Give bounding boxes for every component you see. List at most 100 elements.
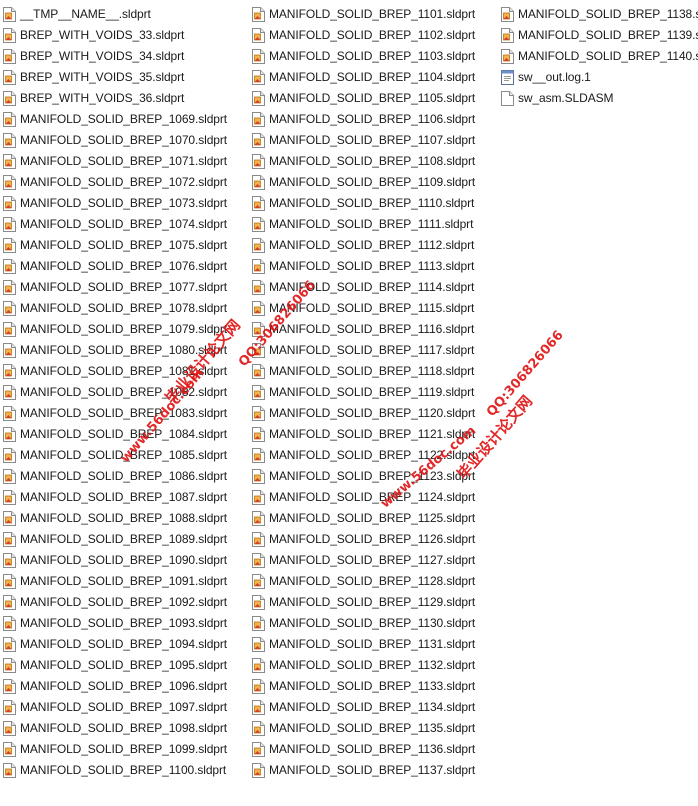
file-item[interactable]: MANIFOLD_SOLID_BREP_1101.sldprt (249, 4, 498, 25)
file-item[interactable]: MANIFOLD_SOLID_BREP_1105.sldprt (249, 88, 498, 109)
sldprt-file-icon (3, 658, 16, 673)
file-item[interactable]: MANIFOLD_SOLID_BREP_1092.sldprt (0, 592, 248, 613)
sldprt-file-icon (3, 70, 16, 85)
file-item[interactable]: MANIFOLD_SOLID_BREP_1129.sldprt (249, 592, 498, 613)
file-item[interactable]: MANIFOLD_SOLID_BREP_1108.sldprt (249, 151, 498, 172)
file-item[interactable]: MANIFOLD_SOLID_BREP_1104.sldprt (249, 67, 498, 88)
file-item[interactable]: MANIFOLD_SOLID_BREP_1113.sldprt (249, 256, 498, 277)
file-item[interactable]: MANIFOLD_SOLID_BREP_1072.sldprt (0, 172, 248, 193)
file-item[interactable]: MANIFOLD_SOLID_BREP_1078.sldprt (0, 298, 248, 319)
file-item[interactable]: MANIFOLD_SOLID_BREP_1099.sldprt (0, 739, 248, 760)
file-item[interactable]: MANIFOLD_SOLID_BREP_1093.sldprt (0, 613, 248, 634)
file-name: MANIFOLD_SOLID_BREP_1072.sldprt (20, 175, 227, 189)
file-item[interactable]: sw_asm.SLDASM (498, 88, 698, 109)
file-item[interactable]: MANIFOLD_SOLID_BREP_1087.sldprt (0, 487, 248, 508)
file-item[interactable]: MANIFOLD_SOLID_BREP_1117.sldprt (249, 340, 498, 361)
file-item[interactable]: MANIFOLD_SOLID_BREP_1126.sldprt (249, 529, 498, 550)
file-item[interactable]: MANIFOLD_SOLID_BREP_1094.sldprt (0, 634, 248, 655)
file-item[interactable]: MANIFOLD_SOLID_BREP_1073.sldprt (0, 193, 248, 214)
file-name: MANIFOLD_SOLID_BREP_1105.sldprt (269, 91, 476, 105)
sldprt-file-icon (252, 490, 265, 505)
file-item[interactable]: MANIFOLD_SOLID_BREP_1086.sldprt (0, 466, 248, 487)
file-item[interactable]: MANIFOLD_SOLID_BREP_1120.sldprt (249, 403, 498, 424)
file-item[interactable]: MANIFOLD_SOLID_BREP_1136.sldprt (249, 739, 498, 760)
file-item[interactable]: MANIFOLD_SOLID_BREP_1081.sldprt (0, 361, 248, 382)
file-item[interactable]: MANIFOLD_SOLID_BREP_1127.sldprt (249, 550, 498, 571)
file-item[interactable]: MANIFOLD_SOLID_BREP_1133.sldprt (249, 676, 498, 697)
sldprt-file-icon (3, 175, 16, 190)
file-item[interactable]: __TMP__NAME__.sldprt (0, 4, 248, 25)
file-item[interactable]: MANIFOLD_SOLID_BREP_1102.sldprt (249, 25, 498, 46)
file-item[interactable]: MANIFOLD_SOLID_BREP_1116.sldprt (249, 319, 498, 340)
file-item[interactable]: MANIFOLD_SOLID_BREP_1098.sldprt (0, 718, 248, 739)
file-item[interactable]: MANIFOLD_SOLID_BREP_1111.sldprt (249, 214, 498, 235)
file-item[interactable]: BREP_WITH_VOIDS_36.sldprt (0, 88, 248, 109)
file-item[interactable]: MANIFOLD_SOLID_BREP_1089.sldprt (0, 529, 248, 550)
file-item[interactable]: MANIFOLD_SOLID_BREP_1109.sldprt (249, 172, 498, 193)
file-item[interactable]: MANIFOLD_SOLID_BREP_1125.sldprt (249, 508, 498, 529)
file-item[interactable]: MANIFOLD_SOLID_BREP_1112.sldprt (249, 235, 498, 256)
file-item[interactable]: MANIFOLD_SOLID_BREP_1128.sldprt (249, 571, 498, 592)
file-item[interactable]: MANIFOLD_SOLID_BREP_1090.sldprt (0, 550, 248, 571)
file-item[interactable]: MANIFOLD_SOLID_BREP_1100.sldprt (0, 760, 248, 781)
file-item[interactable]: MANIFOLD_SOLID_BREP_1119.sldprt (249, 382, 498, 403)
file-item[interactable]: MANIFOLD_SOLID_BREP_1114.sldprt (249, 277, 498, 298)
sldprt-file-icon (3, 637, 16, 652)
file-item[interactable]: MANIFOLD_SOLID_BREP_1122.sldprt (249, 445, 498, 466)
file-item[interactable]: MANIFOLD_SOLID_BREP_1137.sldprt (249, 760, 498, 781)
file-name: MANIFOLD_SOLID_BREP_1080.sldprt (20, 343, 227, 357)
file-item[interactable]: MANIFOLD_SOLID_BREP_1074.sldprt (0, 214, 248, 235)
file-item[interactable]: MANIFOLD_SOLID_BREP_1124.sldprt (249, 487, 498, 508)
file-item[interactable]: MANIFOLD_SOLID_BREP_1085.sldprt (0, 445, 248, 466)
file-item[interactable]: MANIFOLD_SOLID_BREP_1075.sldprt (0, 235, 248, 256)
file-item[interactable]: BREP_WITH_VOIDS_35.sldprt (0, 67, 248, 88)
file-name: MANIFOLD_SOLID_BREP_1129.sldprt (269, 595, 476, 609)
sldprt-file-icon (252, 238, 265, 253)
file-item[interactable]: BREP_WITH_VOIDS_33.sldprt (0, 25, 248, 46)
file-name: MANIFOLD_SOLID_BREP_1111.sldprt (269, 217, 474, 231)
file-item[interactable]: MANIFOLD_SOLID_BREP_1118.sldprt (249, 361, 498, 382)
file-item[interactable]: MANIFOLD_SOLID_BREP_1079.sldprt (0, 319, 248, 340)
file-item[interactable]: MANIFOLD_SOLID_BREP_1110.sldprt (249, 193, 498, 214)
file-item[interactable]: MANIFOLD_SOLID_BREP_1130.sldprt (249, 613, 498, 634)
file-item[interactable]: MANIFOLD_SOLID_BREP_1138.s (498, 4, 698, 25)
file-item[interactable]: sw__out.log.1 (498, 67, 698, 88)
sldprt-file-icon (3, 133, 16, 148)
file-item[interactable]: MANIFOLD_SOLID_BREP_1097.sldprt (0, 697, 248, 718)
file-item[interactable]: MANIFOLD_SOLID_BREP_1084.sldprt (0, 424, 248, 445)
file-item[interactable]: MANIFOLD_SOLID_BREP_1071.sldprt (0, 151, 248, 172)
sldprt-file-icon (3, 595, 16, 610)
file-item[interactable]: MANIFOLD_SOLID_BREP_1139.s (498, 25, 698, 46)
file-item[interactable]: MANIFOLD_SOLID_BREP_1096.sldprt (0, 676, 248, 697)
sldprt-file-icon (252, 700, 265, 715)
file-item[interactable]: MANIFOLD_SOLID_BREP_1082.sldprt (0, 382, 248, 403)
file-name: MANIFOLD_SOLID_BREP_1099.sldprt (20, 742, 227, 756)
file-name: MANIFOLD_SOLID_BREP_1100.sldprt (20, 763, 227, 777)
file-item[interactable]: MANIFOLD_SOLID_BREP_1088.sldprt (0, 508, 248, 529)
file-item[interactable]: MANIFOLD_SOLID_BREP_1070.sldprt (0, 130, 248, 151)
file-item[interactable]: MANIFOLD_SOLID_BREP_1121.sldprt (249, 424, 498, 445)
file-item[interactable]: MANIFOLD_SOLID_BREP_1135.sldprt (249, 718, 498, 739)
file-item[interactable]: MANIFOLD_SOLID_BREP_1106.sldprt (249, 109, 498, 130)
file-name: MANIFOLD_SOLID_BREP_1082.sldprt (20, 385, 227, 399)
file-item[interactable]: MANIFOLD_SOLID_BREP_1080.sldprt (0, 340, 248, 361)
file-item[interactable]: MANIFOLD_SOLID_BREP_1076.sldprt (0, 256, 248, 277)
file-item[interactable]: BREP_WITH_VOIDS_34.sldprt (0, 46, 248, 67)
file-item[interactable]: MANIFOLD_SOLID_BREP_1132.sldprt (249, 655, 498, 676)
file-item[interactable]: MANIFOLD_SOLID_BREP_1103.sldprt (249, 46, 498, 67)
file-item[interactable]: MANIFOLD_SOLID_BREP_1091.sldprt (0, 571, 248, 592)
file-item[interactable]: MANIFOLD_SOLID_BREP_1077.sldprt (0, 277, 248, 298)
file-item[interactable]: MANIFOLD_SOLID_BREP_1083.sldprt (0, 403, 248, 424)
file-item[interactable]: MANIFOLD_SOLID_BREP_1140.s (498, 46, 698, 67)
file-item[interactable]: MANIFOLD_SOLID_BREP_1123.sldprt (249, 466, 498, 487)
file-item[interactable]: MANIFOLD_SOLID_BREP_1069.sldprt (0, 109, 248, 130)
file-item[interactable]: MANIFOLD_SOLID_BREP_1134.sldprt (249, 697, 498, 718)
file-item[interactable]: MANIFOLD_SOLID_BREP_1095.sldprt (0, 655, 248, 676)
sldprt-file-icon (252, 301, 265, 316)
file-name: MANIFOLD_SOLID_BREP_1131.sldprt (269, 637, 476, 651)
file-item[interactable]: MANIFOLD_SOLID_BREP_1131.sldprt (249, 634, 498, 655)
file-item[interactable]: MANIFOLD_SOLID_BREP_1107.sldprt (249, 130, 498, 151)
file-name: MANIFOLD_SOLID_BREP_1091.sldprt (20, 574, 227, 588)
sldprt-file-icon (3, 490, 16, 505)
file-item[interactable]: MANIFOLD_SOLID_BREP_1115.sldprt (249, 298, 498, 319)
